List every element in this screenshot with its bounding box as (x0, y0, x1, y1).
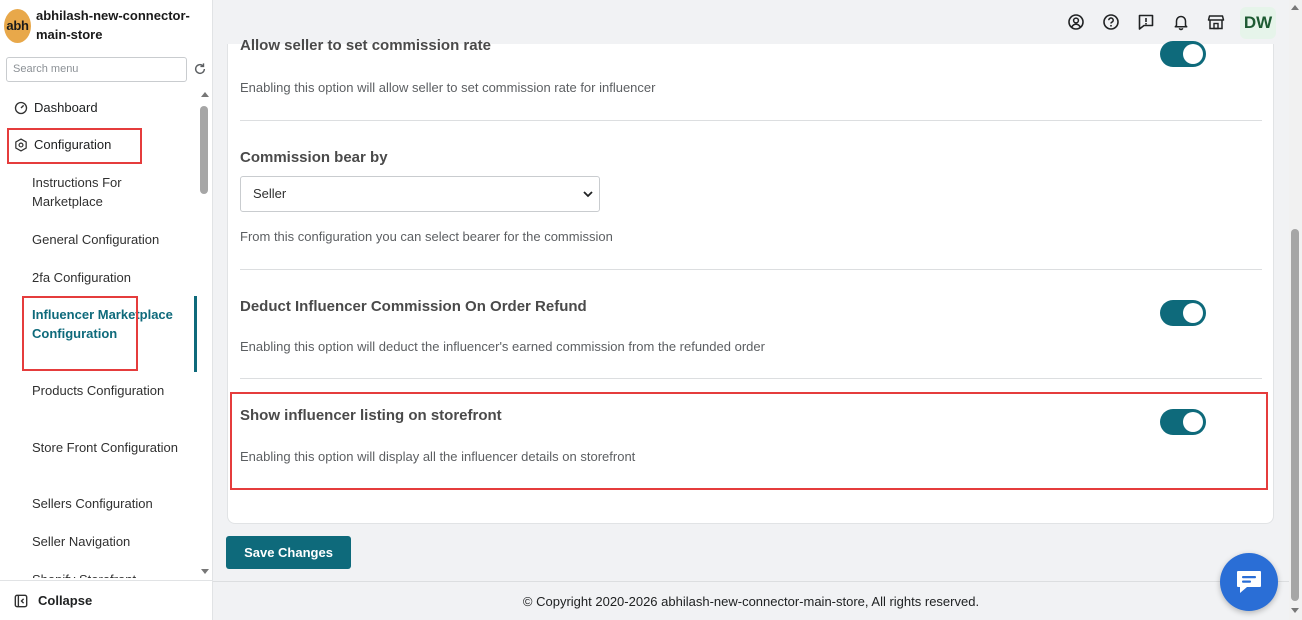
seller-commission-title-clip: Allow seller to set commission rate (240, 37, 1262, 57)
page-scroll-thumb[interactable] (1291, 229, 1299, 601)
dashboard-icon (14, 101, 28, 115)
chat-icon (1237, 571, 1261, 593)
chevron-down-icon (583, 191, 593, 198)
help-icon[interactable] (1102, 13, 1120, 31)
page-scroll-up-icon[interactable] (1291, 5, 1299, 10)
sidebar-scroll-thumb[interactable] (200, 106, 208, 194)
sidebar-item-dashboard[interactable]: Dashboard (14, 98, 200, 117)
seller-commission-title: Allow seller to set commission rate (240, 37, 491, 54)
page-scroll-down-icon[interactable] (1291, 608, 1299, 613)
deduct-refund-section: Deduct Influencer Commission On Order Re… (240, 298, 1262, 315)
collapse-label: Collapse (38, 593, 93, 608)
scroll-up-arrow-icon[interactable] (201, 92, 209, 97)
sidebar-item-influencer-marketplace-configuration[interactable]: Influencer Marketplace Configuration (32, 305, 182, 343)
configuration-label: Configuration (34, 137, 112, 152)
feedback-icon[interactable] (1137, 13, 1155, 31)
sidebar-item-products-configuration[interactable]: Products Configuration (32, 381, 182, 400)
save-changes-button[interactable]: Save Changes (226, 536, 351, 569)
scroll-down-arrow-icon[interactable] (201, 569, 209, 574)
sidebar-item-configuration[interactable]: Configuration (14, 135, 200, 154)
refresh-icon[interactable] (193, 62, 207, 76)
user-circle-icon[interactable] (1067, 13, 1085, 31)
user-avatar[interactable]: DW (1240, 7, 1276, 39)
commission-bear-select[interactable]: Seller (240, 176, 600, 212)
seller-commission-description: Enabling this option will allow seller t… (240, 80, 656, 95)
search-menu-input[interactable]: Search menu (6, 57, 187, 82)
collapse-icon (14, 594, 28, 608)
store-header[interactable]: abh abhilash-new-connector-main-store (4, 6, 209, 46)
sidebar-item-seller-navigation[interactable]: Seller Navigation (32, 532, 182, 551)
copyright-text: © Copyright 2020-2026 abhilash-new-conne… (522, 594, 980, 609)
store-avatar: abh (4, 9, 31, 43)
deduct-refund-description: Enabling this option will deduct the inf… (240, 339, 765, 354)
show-listing-description: Enabling this option will display all th… (240, 449, 636, 464)
show-listing-title: Show influencer listing on storefront (240, 407, 502, 424)
settings-card: Allow seller to set commission rate Enab… (227, 37, 1274, 524)
show-listing-section: Show influencer listing on storefront (240, 407, 1262, 424)
store-name: abhilash-new-connector-main-store (36, 8, 190, 42)
collapse-button[interactable]: Collapse (0, 580, 212, 620)
sidebar-item-store-front-configuration[interactable]: Store Front Configuration (32, 438, 182, 457)
sidebar-item-general-configuration[interactable]: General Configuration (32, 230, 182, 249)
commission-bear-title: Commission bear by (240, 149, 388, 166)
commission-bear-description: From this configuration you can select b… (240, 229, 613, 244)
active-indicator (194, 296, 197, 372)
divider (240, 269, 1262, 270)
commission-bear-section: Commission bear by (240, 149, 1262, 166)
sidebar: abh abhilash-new-connector-main-store Se… (0, 0, 213, 620)
toggle-knob (1183, 303, 1203, 323)
commission-bear-selected: Seller (253, 186, 287, 201)
sidebar-item-instructions[interactable]: Instructions For Marketplace (32, 173, 182, 211)
sidebar-item-sellers-configuration[interactable]: Sellers Configuration (32, 494, 182, 513)
store-icon[interactable] (1207, 13, 1225, 31)
toggle-knob (1183, 412, 1203, 432)
sidebar-item-2fa-configuration[interactable]: 2fa Configuration (32, 268, 182, 287)
chat-button[interactable] (1220, 553, 1278, 611)
show-listing-toggle[interactable] (1160, 409, 1206, 435)
footer: © Copyright 2020-2026 abhilash-new-conne… (213, 581, 1289, 620)
sidebar-item-shopify-storefront[interactable]: Shopify Storefront (32, 570, 182, 578)
seller-commission-toggle[interactable] (1160, 41, 1206, 67)
deduct-refund-title: Deduct Influencer Commission On Order Re… (240, 298, 587, 315)
configuration-icon (15, 138, 27, 152)
divider (240, 378, 1262, 379)
dashboard-label: Dashboard (34, 100, 98, 115)
bell-icon[interactable] (1172, 13, 1190, 31)
divider (240, 120, 1262, 121)
page-scrollbar[interactable] (1289, 0, 1302, 620)
toggle-knob (1183, 44, 1203, 64)
sidebar-menu: Dashboard Configuration Instructions For… (0, 90, 200, 578)
sidebar-scrollbar[interactable] (199, 90, 211, 578)
deduct-refund-toggle[interactable] (1160, 300, 1206, 326)
